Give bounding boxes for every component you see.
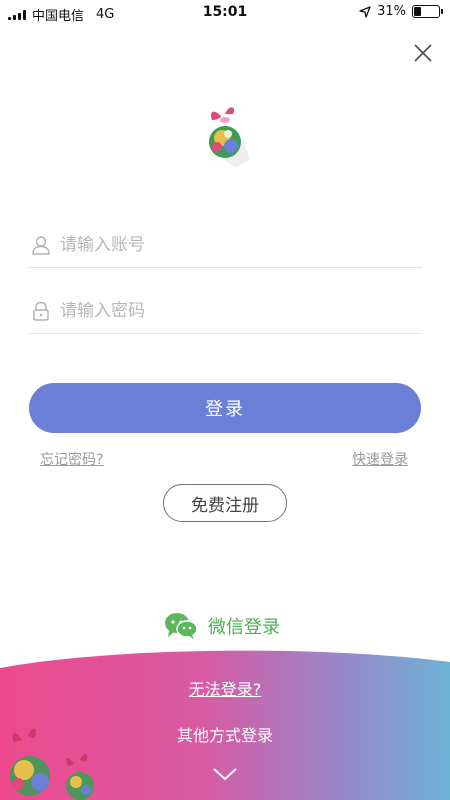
login-button-label: 登录 [205,399,245,420]
user-icon [32,235,50,255]
wechat-login-label: 微信登录 [208,617,280,638]
quick-login-link[interactable]: 快速登录 [352,449,408,469]
account-field[interactable] [28,222,422,268]
app-logo [209,107,250,168]
decorative-mascot-art [10,728,94,800]
battery-percent: 31% [377,4,406,19]
wechat-login-button[interactable]: 微信登录 [164,612,280,640]
location-arrow-icon [359,5,371,18]
battery-fill [414,7,422,16]
wechat-icon [165,613,198,639]
account-input[interactable] [60,234,400,255]
lock-icon [33,301,49,321]
status-right: 31% [359,4,443,19]
login-button[interactable]: 登录 [29,383,421,433]
password-field[interactable] [28,288,422,334]
cannot-login-row: 无法登录? [0,676,450,700]
forgot-password-link[interactable]: 忘记密码? [40,449,103,469]
battery-icon [412,5,443,18]
close-button[interactable] [408,38,438,68]
register-button[interactable]: 免费注册 [163,484,287,522]
register-button-label: 免费注册 [191,495,259,516]
status-bar: 中国电信 4G 15:01 31% [0,0,450,26]
password-input[interactable] [60,300,400,321]
chevron-down-icon[interactable] [212,766,238,782]
cannot-login-link[interactable]: 无法登录? [189,680,262,699]
close-icon[interactable] [408,38,438,68]
